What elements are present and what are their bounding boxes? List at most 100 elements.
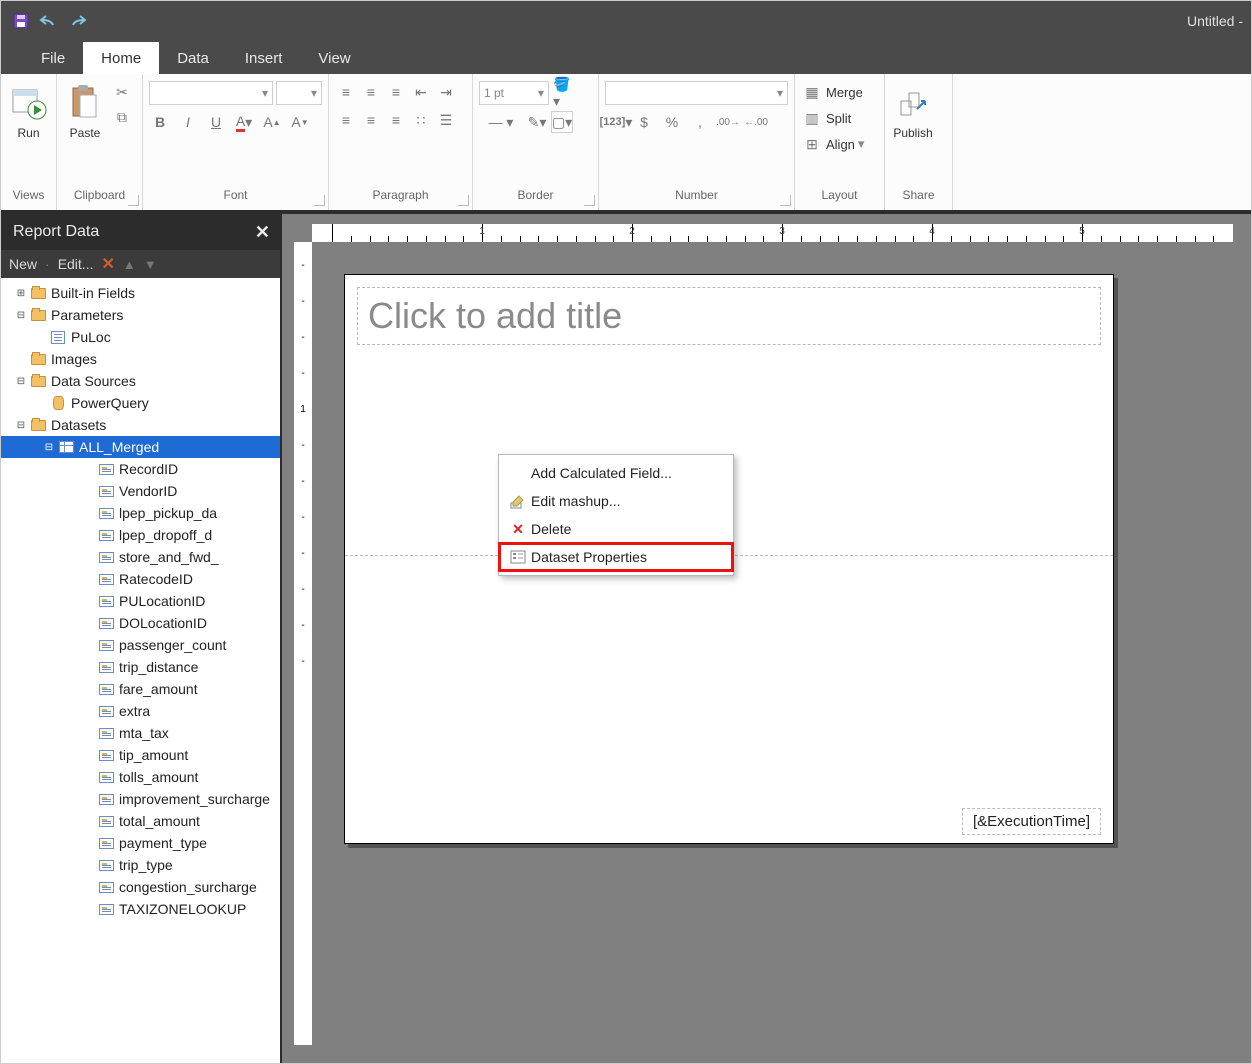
pane-edit-button[interactable]: Edit...: [58, 256, 94, 272]
context-menu-label: Edit mashup...: [531, 493, 621, 509]
tree-node-label: lpep_pickup_da: [119, 505, 217, 521]
tree-node[interactable]: improvement_surcharge: [1, 788, 280, 810]
font-color-button[interactable]: A▾: [233, 111, 255, 133]
title-placeholder[interactable]: Click to add title: [357, 287, 1101, 345]
context-menu-item[interactable]: Dataset Properties: [499, 543, 733, 571]
tree-node-label: lpep_dropoff_d: [119, 527, 212, 543]
tree-node[interactable]: trip_distance: [1, 656, 280, 678]
decrease-decimal-button[interactable]: ←.00: [745, 111, 767, 133]
group-label-views: Views: [7, 186, 50, 208]
tree-node[interactable]: store_and_fwd_: [1, 546, 280, 568]
grow-font-button[interactable]: A▲: [261, 111, 283, 133]
tab-data[interactable]: Data: [159, 42, 227, 74]
tree-node[interactable]: passenger_count: [1, 634, 280, 656]
tree-node[interactable]: mta_tax: [1, 722, 280, 744]
border-color-button[interactable]: 🪣▾: [552, 82, 574, 104]
tree-node-label: DOLocationID: [119, 615, 207, 631]
tree-node-label: tip_amount: [119, 747, 188, 763]
tree-node-selected[interactable]: ⊟ALL_Merged: [1, 436, 280, 458]
align-middle-button[interactable]: ≡: [360, 81, 382, 103]
merge-button[interactable]: ▦Merge: [801, 81, 864, 103]
close-icon[interactable]: ✕: [255, 222, 270, 243]
design-surface[interactable]: 12345 ----1------- Click to add title [&…: [282, 214, 1251, 1063]
bold-button[interactable]: B: [149, 111, 171, 133]
tree-node[interactable]: DOLocationID: [1, 612, 280, 634]
tab-home[interactable]: Home: [83, 42, 159, 74]
copy-button[interactable]: ⧉: [111, 106, 133, 128]
run-button[interactable]: Run: [7, 81, 50, 140]
ribbon-tabs: File Home Data Insert View: [1, 41, 1251, 74]
context-menu-item[interactable]: Edit mashup...: [499, 487, 733, 515]
tree-node-label: ALL_Merged: [79, 439, 159, 455]
group-label-layout: Layout: [801, 186, 878, 208]
move-down-icon[interactable]: ▼: [144, 257, 157, 272]
shrink-font-button[interactable]: A▼: [289, 111, 311, 133]
border-preset-button[interactable]: ▢▾: [551, 111, 573, 133]
italic-button[interactable]: I: [177, 111, 199, 133]
border-style-button[interactable]: — ▾: [479, 111, 523, 133]
context-menu-item[interactable]: Add Calculated Field...: [499, 459, 733, 487]
tree-node[interactable]: VendorID: [1, 480, 280, 502]
align-left-button[interactable]: ≡: [335, 109, 357, 131]
align-top-button[interactable]: ≡: [335, 81, 357, 103]
cut-button[interactable]: ✂: [111, 81, 133, 103]
tree-node[interactable]: RatecodeID: [1, 568, 280, 590]
numbering-button[interactable]: ☰: [435, 109, 457, 131]
tree-node[interactable]: RecordID: [1, 458, 280, 480]
tree-node[interactable]: PULocationID: [1, 590, 280, 612]
fill-color-button[interactable]: ✎▾: [526, 111, 548, 133]
font-family-combo[interactable]: ▾: [149, 81, 273, 105]
tree-node[interactable]: PuLoc: [1, 326, 280, 348]
tree-node[interactable]: Images: [1, 348, 280, 370]
paste-button[interactable]: Paste: [63, 81, 107, 140]
align-menu-button[interactable]: ⊞Align ▾: [801, 133, 864, 155]
tab-insert[interactable]: Insert: [227, 42, 301, 74]
redo-button[interactable]: [65, 9, 89, 33]
tree-node[interactable]: trip_type: [1, 854, 280, 876]
placeholder-button[interactable]: [123]▾: [605, 111, 627, 133]
context-menu-item[interactable]: ✕Delete: [499, 515, 733, 543]
pane-new-button[interactable]: New: [9, 256, 37, 272]
tree-node[interactable]: ⊟Data Sources: [1, 370, 280, 392]
tree-node[interactable]: ⊟Parameters: [1, 304, 280, 326]
tree-node[interactable]: TAXIZONELOOKUP: [1, 898, 280, 920]
tree-node[interactable]: ⊞Built-in Fields: [1, 282, 280, 304]
increase-decimal-button[interactable]: .00→: [717, 111, 739, 133]
percent-button[interactable]: %: [661, 111, 683, 133]
tree-node[interactable]: ⊟Datasets: [1, 414, 280, 436]
tree-node-label: PULocationID: [119, 593, 205, 609]
border-weight-combo[interactable]: 1 pt▾: [479, 81, 549, 105]
bullets-button[interactable]: ∷: [410, 109, 432, 131]
tab-view[interactable]: View: [300, 42, 368, 74]
currency-button[interactable]: $: [633, 111, 655, 133]
tree-node[interactable]: lpep_dropoff_d: [1, 524, 280, 546]
font-size-combo[interactable]: ▾: [276, 81, 322, 105]
number-format-combo[interactable]: ▾: [605, 81, 788, 105]
group-label-border: Border: [479, 186, 592, 208]
pane-delete-button[interactable]: ✕: [101, 254, 114, 274]
tree-node[interactable]: extra: [1, 700, 280, 722]
increase-indent-button[interactable]: ⇥: [435, 81, 457, 103]
move-up-icon[interactable]: ▲: [123, 257, 136, 272]
report-data-tree[interactable]: ⊞Built-in Fields⊟ParametersPuLocImages⊟D…: [1, 278, 280, 1063]
footer-expression[interactable]: [&ExecutionTime]: [962, 808, 1101, 835]
tree-node[interactable]: payment_type: [1, 832, 280, 854]
align-center-button[interactable]: ≡: [360, 109, 382, 131]
undo-button[interactable]: [37, 9, 61, 33]
tree-node[interactable]: congestion_surcharge: [1, 876, 280, 898]
publish-button[interactable]: Publish: [891, 81, 935, 140]
tree-node[interactable]: fare_amount: [1, 678, 280, 700]
underline-button[interactable]: U: [205, 111, 227, 133]
align-bottom-button[interactable]: ≡: [385, 81, 407, 103]
comma-button[interactable]: ,: [689, 111, 711, 133]
save-button[interactable]: [9, 9, 33, 33]
tab-file[interactable]: File: [23, 42, 83, 74]
align-right-button[interactable]: ≡: [385, 109, 407, 131]
tree-node[interactable]: tip_amount: [1, 744, 280, 766]
tree-node[interactable]: PowerQuery: [1, 392, 280, 414]
tree-node[interactable]: total_amount: [1, 810, 280, 832]
tree-node[interactable]: tolls_amount: [1, 766, 280, 788]
decrease-indent-button[interactable]: ⇤: [410, 81, 432, 103]
tree-node[interactable]: lpep_pickup_da: [1, 502, 280, 524]
split-button[interactable]: ▥Split: [801, 107, 864, 129]
